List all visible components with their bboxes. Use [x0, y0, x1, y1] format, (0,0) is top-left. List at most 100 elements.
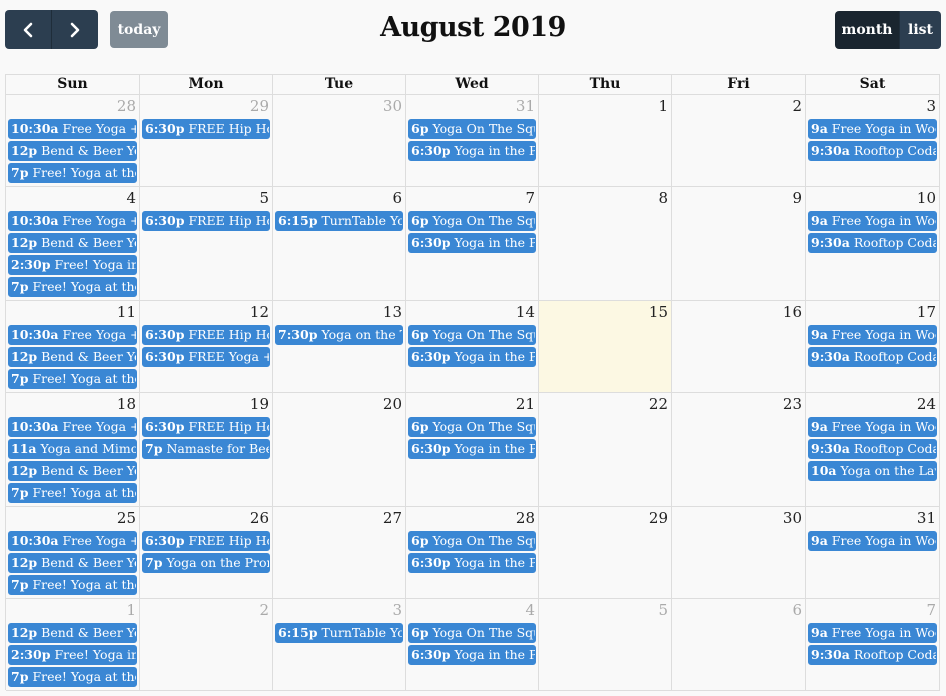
- day-number[interactable]: 7: [926, 601, 936, 619]
- event-item[interactable]: 6:30pYoga in the Park: [408, 347, 536, 367]
- event-item[interactable]: 9:30aRooftop Coda Yo: [808, 347, 937, 367]
- event-item[interactable]: 6pYoga On The Squar: [408, 531, 536, 551]
- event-item[interactable]: 7pFree! Yoga at the Pa: [8, 369, 137, 389]
- event-item[interactable]: 6:30pFREE Hip Hop: [142, 325, 270, 345]
- day-number[interactable]: 30: [383, 97, 402, 115]
- event-item[interactable]: 6pYoga On The Squar: [408, 325, 536, 345]
- day-number[interactable]: 6: [392, 189, 402, 207]
- day-cell[interactable]: 30: [273, 95, 406, 187]
- day-cell[interactable]: 286pYoga On The Squar6:30pYoga in the Pa…: [406, 507, 539, 599]
- day-cell[interactable]: 5: [539, 599, 672, 691]
- event-item[interactable]: 6:15pTurnTable Yoga: [275, 211, 403, 231]
- event-item[interactable]: 6:30pFREE Hip Hop: [142, 119, 270, 139]
- event-item[interactable]: 12pBend & Beer Yoga: [8, 141, 137, 161]
- day-number[interactable]: 3: [392, 601, 402, 619]
- event-item[interactable]: 10:30aFree Yoga + $1: [8, 531, 137, 551]
- event-item[interactable]: 6:15pTurnTable Yoga: [275, 623, 403, 643]
- event-item[interactable]: 7pFree! Yoga at the Pa: [8, 575, 137, 595]
- day-cell[interactable]: 14 6pYoga On The Squar6:30pYoga in the Pa…: [406, 301, 539, 393]
- event-item[interactable]: 6pYoga On The Squar: [408, 119, 536, 139]
- event-item[interactable]: 2:30pFree! Yoga in th: [8, 645, 137, 665]
- day-number[interactable]: 2: [259, 601, 269, 619]
- day-number[interactable]: 9: [792, 189, 802, 207]
- day-number[interactable]: 14: [516, 303, 535, 321]
- day-number[interactable]: 5: [259, 189, 269, 207]
- event-item[interactable]: 9aFree Yoga in Wood: [808, 623, 937, 643]
- event-item[interactable]: 7pYoga on the Promen: [142, 553, 270, 573]
- event-item[interactable]: 12pBend & Beer Yoga: [8, 233, 137, 253]
- day-number[interactable]: 11: [117, 303, 136, 321]
- event-item[interactable]: 9aFree Yoga in Wood: [808, 531, 937, 551]
- event-item[interactable]: 9:30aRooftop Coda Yo: [808, 141, 937, 161]
- day-cell[interactable]: 5 6:30pFREE Hip Hop: [140, 187, 273, 301]
- day-cell[interactable]: 109aFree Yoga in Wood9:30aRooftop Coda Y…: [806, 187, 940, 301]
- event-item[interactable]: 10aYoga on the Lawn: [808, 461, 937, 481]
- day-number[interactable]: 29: [649, 509, 668, 527]
- day-number[interactable]: 15: [649, 303, 668, 321]
- event-item[interactable]: 10:30aFree Yoga + $1: [8, 325, 137, 345]
- event-item[interactable]: 10:30aFree Yoga + $1: [8, 211, 137, 231]
- day-cell[interactable]: 22: [539, 393, 672, 507]
- day-cell[interactable]: 1: [539, 95, 672, 187]
- list-view-button[interactable]: list: [899, 11, 941, 49]
- event-item[interactable]: 6pYoga On The Squar: [408, 211, 536, 231]
- day-number[interactable]: 19: [250, 395, 269, 413]
- event-item[interactable]: 6pYoga On The Squar: [408, 623, 536, 643]
- day-cell[interactable]: 6 6:15pTurnTable Yoga: [273, 187, 406, 301]
- day-number[interactable]: 21: [516, 395, 535, 413]
- day-number[interactable]: 4: [525, 601, 535, 619]
- day-cell[interactable]: 76pYoga On The Squar6:30pYoga in the Par…: [406, 187, 539, 301]
- day-number[interactable]: 4: [126, 189, 136, 207]
- day-cell[interactable]: 29: [539, 507, 672, 599]
- day-cell[interactable]: 8: [539, 187, 672, 301]
- event-item[interactable]: 9:30aRooftop Coda Yo: [808, 645, 937, 665]
- day-cell[interactable]: 46pYoga On The Squar6:30pYoga in the Par…: [406, 599, 539, 691]
- day-number[interactable]: 17: [917, 303, 936, 321]
- event-item[interactable]: 12pBend & Beer Yoga: [8, 553, 137, 573]
- day-cell[interactable]: 1110:30aFree Yoga + $112pBend & Beer Yog…: [6, 301, 140, 393]
- day-number[interactable]: 27: [383, 509, 402, 527]
- day-cell[interactable]: 2810:30aFree Yoga + M12pBend & Beer Yoga…: [6, 95, 140, 187]
- day-number[interactable]: 31: [917, 509, 936, 527]
- day-cell[interactable]: 2: [140, 599, 273, 691]
- day-cell[interactable]: 27: [273, 507, 406, 599]
- event-item[interactable]: 9aFree Yoga in Wood: [808, 325, 937, 345]
- day-number[interactable]: 23: [783, 395, 802, 413]
- day-cell[interactable]: 16: [672, 301, 806, 393]
- event-item[interactable]: 9aFree Yoga in Wood: [808, 211, 937, 231]
- day-number[interactable]: 10: [917, 189, 936, 207]
- event-item[interactable]: 7pFree! Yoga at the Pa: [8, 667, 137, 687]
- day-cell[interactable]: 2: [672, 95, 806, 187]
- day-cell[interactable]: 39aFree Yoga in Wood9:30aRooftop Coda Yo: [806, 95, 940, 187]
- event-item[interactable]: 12pBend & Beer Yoga: [8, 461, 137, 481]
- day-cell[interactable]: 7 9aFree Yoga in Wood9:30aRooftop Coda Yo: [806, 599, 940, 691]
- event-item[interactable]: 7pFree! Yoga at the Pa: [8, 163, 137, 183]
- day-cell[interactable]: 23: [672, 393, 806, 507]
- day-cell[interactable]: 29 6:30pFREE Hip Hop: [140, 95, 273, 187]
- day-number[interactable]: 6: [792, 601, 802, 619]
- day-cell[interactable]: 20: [273, 393, 406, 507]
- day-number[interactable]: 3: [926, 97, 936, 115]
- day-number[interactable]: 22: [649, 395, 668, 413]
- day-cell[interactable]: 316pYoga On The Squar6:30pYoga in the Pa…: [406, 95, 539, 187]
- event-item[interactable]: 9aFree Yoga in Wood: [808, 417, 937, 437]
- day-number[interactable]: 29: [250, 97, 269, 115]
- day-cell[interactable]: 266:30pFREE Hip Hop7pYoga on the Promen: [140, 507, 273, 599]
- event-item[interactable]: 7pFree! Yoga at the Pa: [8, 483, 137, 503]
- event-item[interactable]: 10:30aFree Yoga + M: [8, 119, 137, 139]
- event-item[interactable]: 2:30pFree! Yoga in th: [8, 255, 137, 275]
- day-number[interactable]: 24: [917, 395, 936, 413]
- day-number[interactable]: 26: [250, 509, 269, 527]
- day-cell[interactable]: 30: [672, 507, 806, 599]
- day-number[interactable]: 5: [658, 601, 668, 619]
- day-number[interactable]: 30: [783, 509, 802, 527]
- day-number[interactable]: 7: [525, 189, 535, 207]
- day-cell[interactable]: 196:30pFREE Hip Hop7pNamaste for Beer: [140, 393, 273, 507]
- event-item[interactable]: 12pBend & Beer Yoga: [8, 623, 137, 643]
- day-number[interactable]: 31: [516, 97, 535, 115]
- event-item[interactable]: 6:30pYoga in the Park: [408, 553, 536, 573]
- day-cell[interactable]: 4 10:30aFree Yoga + $112pBend & Beer Yoga…: [6, 187, 140, 301]
- day-number[interactable]: 1: [658, 97, 668, 115]
- event-item[interactable]: 6pYoga On The Squar: [408, 417, 536, 437]
- day-cell-today[interactable]: 15: [539, 301, 672, 393]
